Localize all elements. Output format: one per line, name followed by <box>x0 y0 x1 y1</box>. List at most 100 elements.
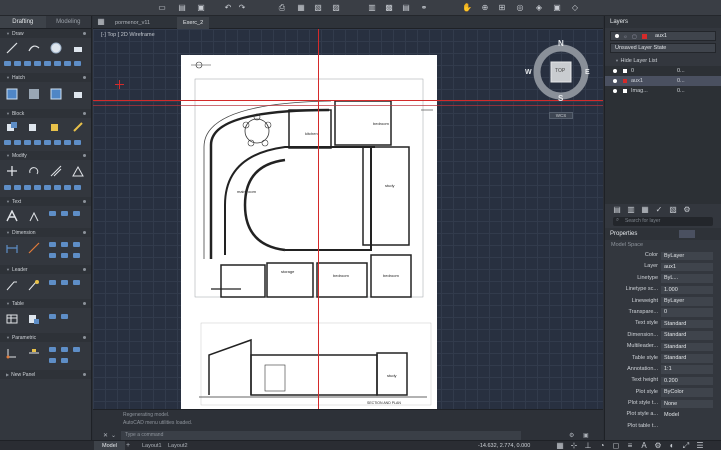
wcs-menu[interactable]: WCS <box>549 112 573 119</box>
new-layer-frozen-icon[interactable]: ▥ <box>627 206 635 214</box>
modify-tool-g[interactable] <box>63 184 72 191</box>
block-tool-f[interactable] <box>53 139 62 146</box>
options-icon[interactable] <box>83 76 86 79</box>
layer-row-aux1[interactable]: aux1 0... <box>605 76 721 86</box>
new-layer-icon[interactable]: ▤ <box>613 206 621 214</box>
property-row[interactable]: Plot table t... <box>605 421 721 432</box>
lineweight-toggle-icon[interactable]: ≡ <box>626 442 634 450</box>
panel-header-leader[interactable]: ▼ Leader <box>0 265 91 274</box>
property-value[interactable]: 0 <box>661 308 713 317</box>
modify-tool-d[interactable] <box>33 184 42 191</box>
block-tool-h[interactable] <box>73 139 82 146</box>
region-tool[interactable] <box>53 60 62 67</box>
panel-header-modify[interactable]: ▼ Modify <box>0 151 91 160</box>
panel-header-dimension[interactable]: ▼ Dimension <box>0 228 91 237</box>
circle-tool[interactable] <box>48 41 64 55</box>
spline-tool[interactable] <box>33 60 42 67</box>
page-setup-icon[interactable]: ▧ <box>314 4 322 12</box>
property-value[interactable]: ByLayer <box>661 297 713 306</box>
point-tool[interactable] <box>43 60 52 67</box>
options-icon[interactable] <box>83 373 86 376</box>
isolate-objects-icon[interactable]: ◐ <box>668 442 676 450</box>
layer-on-icon[interactable] <box>613 79 617 83</box>
gradient-tool[interactable] <box>26 87 42 101</box>
pan-icon[interactable]: ✋ <box>462 4 472 12</box>
layer-color-swatch[interactable] <box>623 89 627 93</box>
options-icon[interactable] <box>83 154 86 157</box>
property-value[interactable]: 1:1 <box>661 365 713 374</box>
current-layer-select[interactable]: ☼ ▢ aux1 <box>610 31 716 41</box>
property-row[interactable]: Plot style t... None <box>605 398 721 409</box>
block-tool-c[interactable] <box>23 139 32 146</box>
hatch-tool[interactable] <box>4 87 20 101</box>
property-row[interactable]: Annotation... 1:1 <box>605 364 721 375</box>
zoom-icon[interactable]: ⊕ <box>481 4 489 12</box>
layer-settings-icon[interactable]: ⚙ <box>683 206 691 214</box>
property-row[interactable]: Plot style ByColor <box>605 387 721 398</box>
panel-header-parametric[interactable]: ▼ Parametric <box>0 333 91 342</box>
tab-layout2[interactable]: Layout2 <box>160 441 196 450</box>
grid-menu-icon[interactable]: ▦ <box>97 18 105 26</box>
property-value[interactable]: aux1 <box>661 262 713 272</box>
property-row[interactable]: Dimension... Standard <box>605 330 721 341</box>
move-tool[interactable] <box>4 164 20 178</box>
property-row[interactable]: Color ByLayer <box>605 250 721 261</box>
properties-view-toggle[interactable] <box>679 230 695 238</box>
delete-layer-icon[interactable]: ▦ <box>641 206 649 214</box>
layer-row-0[interactable]: 0 0... <box>605 66 721 76</box>
panel-header-hatch[interactable]: ▼ Hatch <box>0 73 91 82</box>
multiline-text-tool[interactable] <box>4 209 20 223</box>
modify-tool-e[interactable] <box>43 184 52 191</box>
options-icon[interactable] <box>83 336 86 339</box>
annotation-scale-icon[interactable]: A <box>640 442 648 450</box>
modify-tool-h[interactable] <box>73 184 82 191</box>
modify-tool-a[interactable] <box>3 184 12 191</box>
dimension-tool-e[interactable] <box>60 252 69 259</box>
add-leader-tool[interactable] <box>26 278 42 292</box>
property-value[interactable]: 1.000 <box>661 285 713 295</box>
plot-icon[interactable]: ⎙ <box>278 4 286 12</box>
property-value[interactable]: None <box>661 399 713 409</box>
table-tool[interactable] <box>4 312 20 326</box>
revcloud-tool[interactable] <box>63 60 72 67</box>
attribute-tool[interactable] <box>70 120 86 134</box>
hide-layer-list-toggle[interactable]: ▼ Hide Layer List <box>605 56 721 66</box>
viewcube-top-face[interactable]: TOP <box>555 68 565 74</box>
create-block-tool[interactable] <box>26 120 42 134</box>
block-tool-a[interactable] <box>3 139 12 146</box>
orbit-icon[interactable]: ◎ <box>516 4 524 12</box>
tab-model[interactable]: Model <box>94 441 125 450</box>
dimension-tool-a[interactable] <box>48 241 57 248</box>
property-value[interactable]: Standard <box>661 331 713 340</box>
modify-tool-c[interactable] <box>23 184 32 191</box>
block-tool-d[interactable] <box>33 139 42 146</box>
undo-icon[interactable]: ↶ <box>224 4 232 12</box>
layer-state-select[interactable]: Unsaved Layer State <box>610 43 716 53</box>
options-icon[interactable] <box>83 302 86 305</box>
drawing-viewport[interactable]: ▦ pormenor_v11 Exerc_2 [-] Top [ 2D Wire… <box>93 16 603 440</box>
parametric-tool-c[interactable] <box>72 346 81 353</box>
tab-modeling[interactable]: Modeling <box>46 16 92 28</box>
image-icon[interactable]: ▩ <box>385 4 393 12</box>
doc-tab-pormenor[interactable]: pormenor_v11 <box>109 17 156 29</box>
linear-dimension-tool[interactable] <box>4 241 20 255</box>
parametric-tool-e[interactable] <box>60 357 69 364</box>
leader-tool-c[interactable] <box>72 279 81 286</box>
text-tool-b[interactable] <box>60 210 69 217</box>
property-row[interactable]: Plot style a... Model <box>605 409 721 420</box>
leader-tool-b[interactable] <box>60 279 69 286</box>
compass-south[interactable]: S <box>558 94 563 103</box>
edit-block-tool[interactable] <box>48 120 64 134</box>
navigation-icon[interactable]: ◇ <box>571 4 579 12</box>
property-value[interactable]: Standard <box>661 342 713 352</box>
osnap-toggle-icon[interactable]: ◻ <box>612 442 620 450</box>
link-icon[interactable]: ⚭ <box>420 4 428 12</box>
tab-drafting[interactable]: Drafting <box>0 16 46 28</box>
layer-on-icon[interactable] <box>613 69 617 73</box>
new-file-icon[interactable]: ▭ <box>158 4 166 12</box>
table-tool-a[interactable] <box>48 313 57 320</box>
rotate-tool[interactable] <box>26 164 42 178</box>
layer-color-swatch[interactable] <box>623 69 627 73</box>
arc-tool[interactable] <box>70 41 86 55</box>
layer-row-image[interactable]: Imag... 0... <box>605 86 721 96</box>
